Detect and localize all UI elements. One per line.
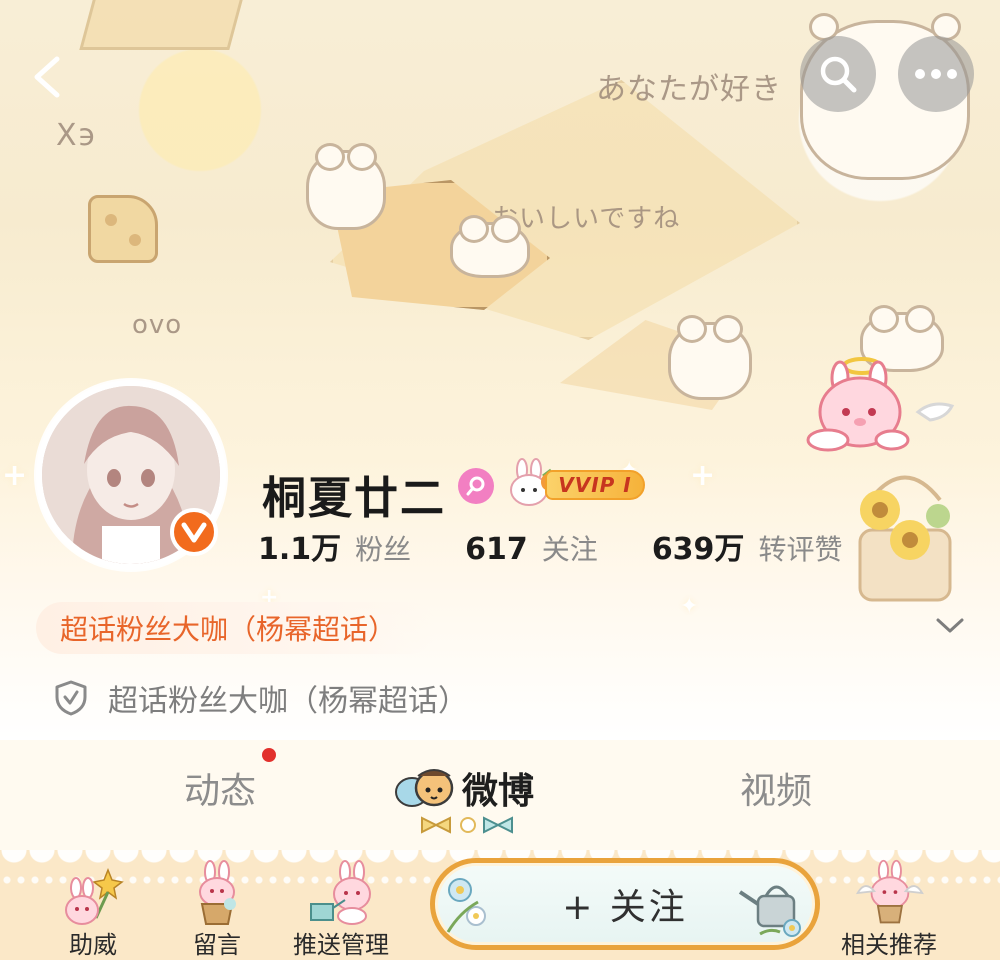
bunny-basket-icon [199,860,236,925]
message-button[interactable]: 留言 [162,858,272,960]
cheer-label: 助威 [69,931,117,959]
supertopic-tag-chip[interactable]: 超话粉丝大咖（杨幂超话） [36,602,437,654]
search-button[interactable] [800,36,876,112]
tab-label: 微博 [462,771,535,812]
stat-label: 关注 [541,533,598,566]
stat-value: 1.1万 [258,532,342,567]
cheese-decoration [79,0,251,50]
vip-label: VVIP I [545,470,645,500]
sparkle-icon: + [690,458,716,493]
tab-label: 动态 [184,771,257,812]
stat-label: 转评赞 [758,533,843,566]
bunny-watering-icon [310,860,371,925]
message-label: 留言 [193,931,241,959]
search-icon [820,56,857,93]
bunny-angel-icon [855,859,924,924]
active-tab-indicator [421,816,513,834]
cheese-decoration [88,195,158,263]
decor-text: X϶ [56,118,98,153]
stat-value: 639万 [651,532,745,567]
tab-dongtai[interactable]: 动态 [184,762,256,814]
profile-name: 桐夏廿二 [262,473,446,524]
sparkle-icon: + [2,458,28,493]
female-icon [458,468,494,504]
stat-following[interactable]: 617 关注 [465,528,598,568]
cheer-button[interactable]: 助威 [38,858,148,960]
watering-can-icon [738,885,801,937]
tab-weibo[interactable]: 微博 [462,762,534,814]
vip-badge[interactable]: VVIP I [505,458,650,508]
tab-shipin[interactable]: 视频 [740,762,812,814]
decor-text: あなたが好き [596,72,782,107]
bear-decoration [450,215,530,278]
profile-stats: 1.1万 粉丝 617 关注 639万 转评赞 [258,524,896,568]
expand-profile-button[interactable] [930,608,970,644]
stat-label: 粉丝 [355,533,412,566]
push-management-button[interactable]: 推送管理 [286,858,396,960]
badge-text: 超话粉丝大咖（杨幂超话） [108,684,468,719]
shield-check-icon [55,680,87,716]
bear-decoration [306,143,386,230]
related-recommend-label: 相关推荐 [841,931,937,959]
notification-dot [262,748,276,762]
stat-followers[interactable]: 1.1万 粉丝 [258,524,411,568]
decor-text: ovo [132,310,183,340]
stat-reposts-likes[interactable]: 639万 转评赞 [652,524,843,568]
bunny-flower-icon [65,867,124,925]
sparkle-icon: ✦ [680,594,699,619]
stat-value: 617 [465,532,528,567]
more-button[interactable] [898,36,974,112]
chevron-left-icon [34,56,60,98]
supertopic-badge-line[interactable]: 超话粉丝大咖（杨幂超话） [54,674,468,722]
bunny-angel-sticker [806,357,955,452]
related-recommend-button[interactable]: 相关推荐 [834,858,944,960]
more-horizontal-icon [915,69,957,79]
verified-v-icon [170,508,218,556]
tab-label: 视频 [740,771,813,812]
back-button[interactable] [22,52,72,102]
push-management-label: 推送管理 [293,931,389,959]
chevron-down-icon [936,618,964,633]
follow-label: + 关注 [562,887,688,928]
flower-decoration-icon [446,878,486,933]
bear-decoration [668,315,752,400]
